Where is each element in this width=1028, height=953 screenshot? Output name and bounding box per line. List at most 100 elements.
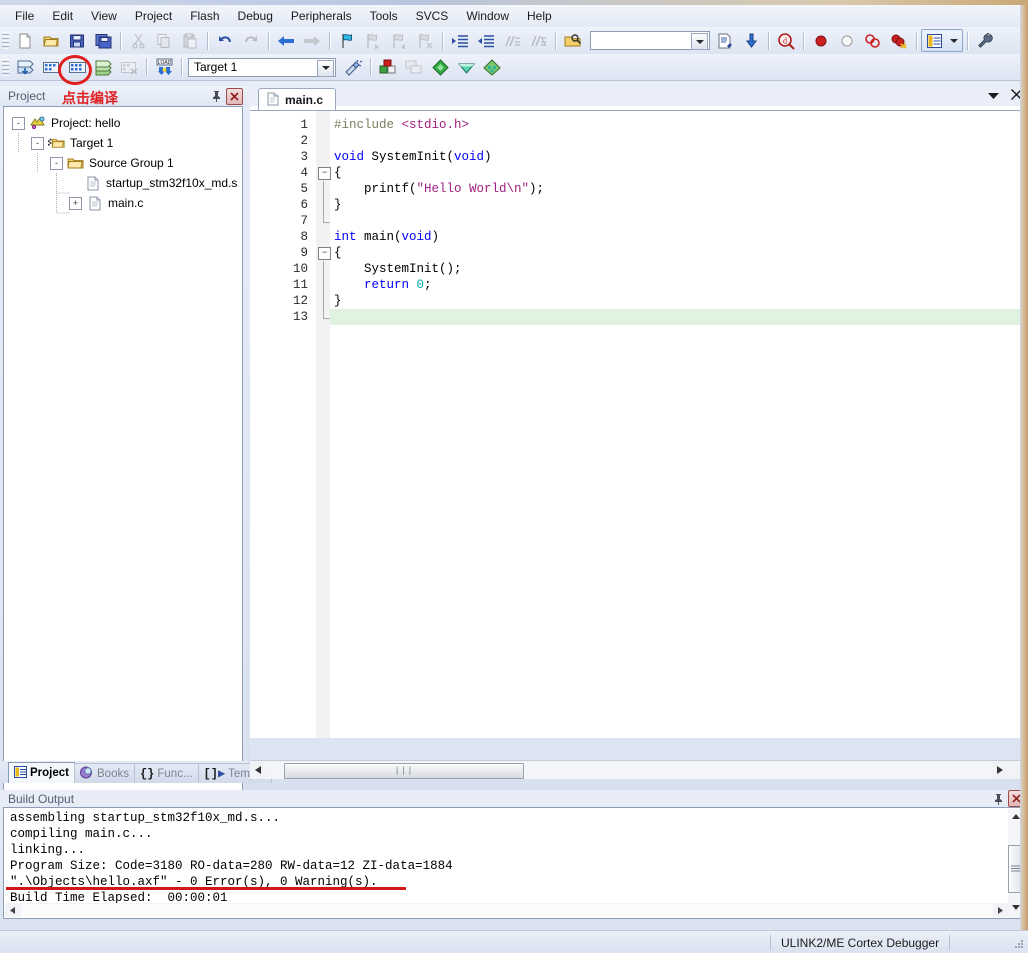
bookmark-clear-icon[interactable] [412,28,438,53]
menu-item-debug[interactable]: Debug [229,6,282,26]
editor-tab-main-c[interactable]: main.c [258,88,336,112]
manage-rte-icon[interactable] [479,55,505,80]
batch-build-icon[interactable] [90,55,116,80]
code-editor[interactable]: 1#include <stdio.h>23void SystemInit(voi… [250,110,1028,738]
code-line[interactable]: 10 SystemInit(); [250,261,1028,277]
find-icon[interactable]: d [773,28,799,53]
tree-node-main-c[interactable]: + main.c [12,193,242,213]
tree-expander[interactable]: - [12,117,25,130]
window-layout-dropdown[interactable] [946,28,961,53]
open-file-icon[interactable] [38,28,64,53]
menu-item-file[interactable]: File [6,6,43,26]
insert-file-icon[interactable] [712,28,738,53]
navigate-back-icon[interactable] [273,28,299,53]
code-line[interactable]: 12} [250,293,1028,309]
breakpoint-disable-all-icon[interactable] [860,28,886,53]
code-line[interactable]: 6} [250,197,1028,213]
close-icon[interactable] [226,88,243,105]
pin-icon[interactable] [209,89,224,104]
new-file-icon[interactable] [12,28,38,53]
tree-node-source-group[interactable]: - Source Group 1 [12,153,242,173]
manage-project-items-icon[interactable] [375,55,401,80]
copy-icon[interactable] [151,28,177,53]
code-line[interactable]: 13 [250,309,1028,325]
toolbar-grip[interactable] [2,31,9,50]
menu-item-peripherals[interactable]: Peripherals [282,6,361,26]
target-select-arrow[interactable] [317,60,334,77]
menu-item-flash[interactable]: Flash [181,6,228,26]
uncomment-icon[interactable] [525,28,551,53]
breakpoint-enable-icon[interactable] [834,28,860,53]
pin-icon[interactable] [991,791,1006,806]
code-line[interactable]: 1#include <stdio.h> [250,117,1028,133]
scroll-right-arrow[interactable] [992,762,1008,778]
search-dropdown-arrow[interactable] [691,33,708,50]
search-input[interactable] [590,31,710,50]
bookmark-prev-icon[interactable] [360,28,386,53]
tree-node-startup-file[interactable]: startup_stm32f10x_md.s [12,173,242,193]
menu-item-view[interactable]: View [82,6,126,26]
breakpoint-insert-icon[interactable] [808,28,834,53]
bookmark-next-icon[interactable] [386,28,412,53]
pack-installer-icon[interactable] [427,55,453,80]
bookmark-toggle-icon[interactable] [334,28,360,53]
editor-window-list-button[interactable] [988,89,999,103]
tree-expander[interactable]: - [50,157,63,170]
cut-icon[interactable] [125,28,151,53]
breakpoint-kill-all-icon[interactable] [886,28,912,53]
navigate-forward-icon[interactable] [299,28,325,53]
scroll-left-arrow[interactable] [5,902,21,918]
menu-item-edit[interactable]: Edit [43,6,82,26]
manage-multi-project-icon[interactable] [401,55,427,80]
paste-icon[interactable] [177,28,203,53]
build-output-hscrollbar[interactable] [5,903,1009,917]
goto-definition-icon[interactable] [738,28,764,53]
build-icon[interactable] [38,55,64,80]
translate-icon[interactable] [12,55,38,80]
menu-item-help[interactable]: Help [518,6,561,26]
build-output-text[interactable]: assembling startup_stm32f10x_md.s...comp… [3,807,1025,919]
code-line[interactable]: 2 [250,133,1028,149]
code-line[interactable]: 9−{ [250,245,1028,261]
comment-icon[interactable] [499,28,525,53]
menu-item-window[interactable]: Window [457,6,518,26]
find-in-files-icon[interactable] [560,28,586,53]
indent-increase-icon[interactable] [447,28,473,53]
target-select[interactable]: Target 1 [188,58,336,77]
fold-toggle-icon[interactable]: − [318,247,331,260]
tab-books[interactable]: Books [74,763,135,783]
redo-icon[interactable] [238,28,264,53]
tab-project[interactable]: Project [8,762,75,783]
tree-node-project[interactable]: - Project: hello [12,113,242,133]
menu-item-svcs[interactable]: SVCS [407,6,458,26]
toolbar-grip[interactable] [2,58,9,77]
code-line[interactable]: 5 printf("Hello World\n"); [250,181,1028,197]
menu-item-tools[interactable]: Tools [361,6,407,26]
code-line[interactable]: 4−{ [250,165,1028,181]
resize-grip-icon[interactable] [1011,936,1025,950]
tree-expander[interactable]: + [69,197,82,210]
stop-build-icon[interactable] [116,55,142,80]
code-line[interactable]: 8int main(void) [250,229,1028,245]
tab-functions[interactable]: {} Func... [134,763,199,783]
scroll-thumb[interactable]: ||| [284,763,524,779]
menu-item-project[interactable]: Project [126,6,181,26]
scroll-left-arrow[interactable] [250,762,266,778]
scroll-track[interactable]: ||| [266,762,992,778]
save-all-icon[interactable] [90,28,116,53]
editor-hscrollbar[interactable]: ||| [250,760,1028,779]
code-line[interactable]: 7 [250,213,1028,229]
indent-decrease-icon[interactable] [473,28,499,53]
undo-icon[interactable] [212,28,238,53]
target-options-icon[interactable] [340,55,366,80]
select-software-packs-icon[interactable] [453,55,479,80]
project-tree[interactable]: - Project: hello - Target 1 - [3,106,243,823]
save-icon[interactable] [64,28,90,53]
rebuild-icon[interactable] [64,55,90,80]
scroll-right-arrow[interactable] [993,902,1009,918]
window-layout-button[interactable] [921,29,963,52]
code-line[interactable]: 11 return 0; [250,277,1028,293]
code-line[interactable]: 3void SystemInit(void) [250,149,1028,165]
tree-expander[interactable]: - [31,137,44,150]
download-icon[interactable]: LOAD [151,55,177,80]
